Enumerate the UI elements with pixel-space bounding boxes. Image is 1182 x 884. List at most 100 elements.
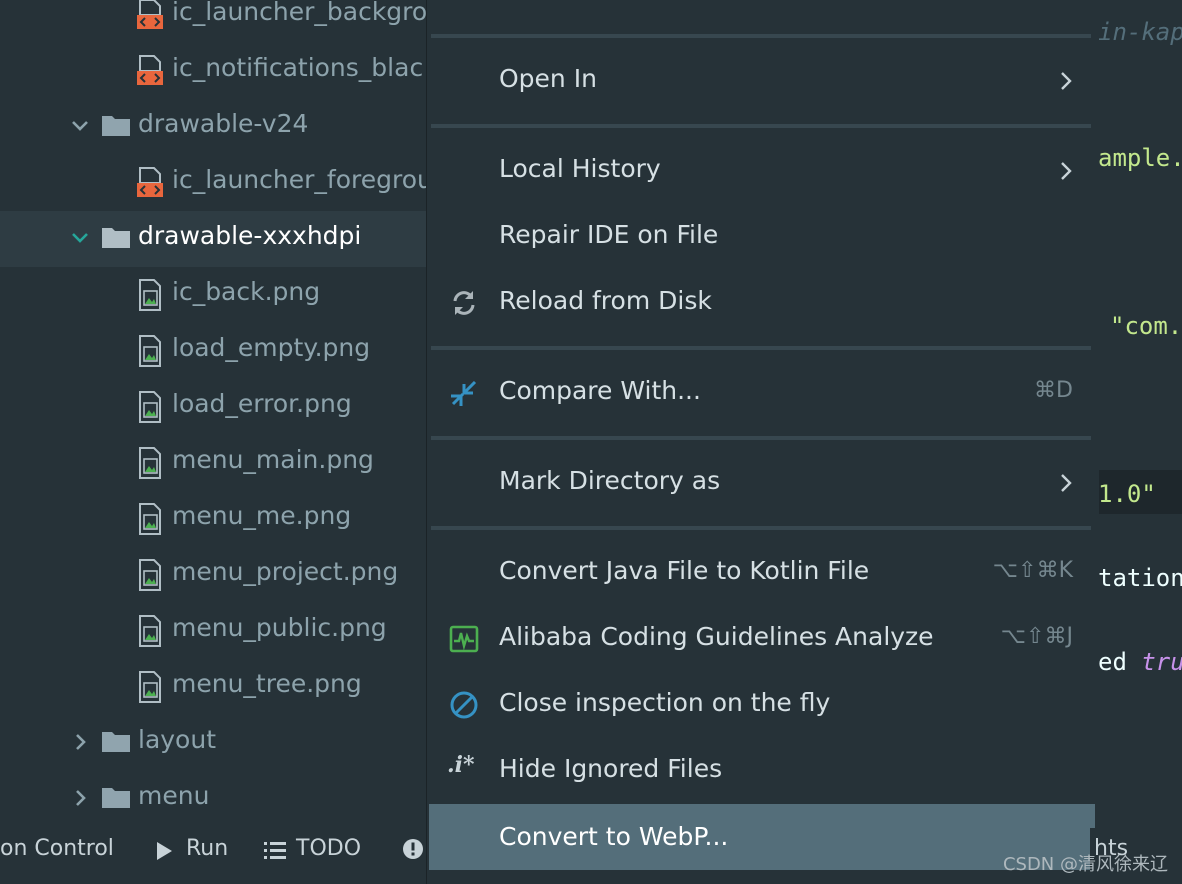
todo-tab[interactable]: TODO xyxy=(296,836,361,861)
bottom-tool-window-bar: on Control Run TODO xyxy=(0,828,426,884)
menu-item-repair-ide[interactable]: Repair IDE on File xyxy=(429,206,1095,268)
menu-item-reload-from-disk[interactable]: Reload from Disk xyxy=(429,272,1095,334)
menu-item-open-in[interactable]: Open In xyxy=(429,50,1095,112)
menu-item-label: Reload from Disk xyxy=(499,286,712,315)
reload-icon xyxy=(453,291,475,315)
tree-folder-row[interactable]: layout xyxy=(0,715,426,771)
code-token: ed xyxy=(1098,648,1127,676)
compare-icon xyxy=(451,380,477,406)
tree-file-row[interactable]: load_empty.png xyxy=(0,323,426,379)
tree-file-row[interactable]: ic_back.png xyxy=(0,267,426,323)
chevron-right-icon[interactable] xyxy=(68,783,92,813)
image-file-icon xyxy=(139,503,161,535)
code-line: "com.e xyxy=(1110,312,1182,340)
tree-file-row[interactable]: menu_project.png xyxy=(0,547,426,603)
run-icon xyxy=(157,842,172,860)
tree-file-row[interactable]: menu_main.png xyxy=(0,435,426,491)
menu-item-compare-with[interactable]: Compare With... ⌘D xyxy=(429,362,1095,424)
menu-item-label: Convert Java File to Kotlin File xyxy=(499,556,870,585)
code-line: ample.c xyxy=(1098,144,1182,172)
tree-item-label: ic_launcher_backgro xyxy=(172,0,426,26)
code-line: 1.0" xyxy=(1098,480,1156,508)
tree-file-row[interactable]: ic_launcher_backgro xyxy=(0,0,426,43)
menu-item-local-history[interactable]: Local History xyxy=(429,140,1095,202)
menu-separator xyxy=(431,34,1091,38)
menu-item-label: Alibaba Coding Guidelines Analyze xyxy=(499,622,934,651)
tree-item-label: drawable-xxxhdpi xyxy=(138,221,362,250)
image-file-icon xyxy=(139,447,161,479)
menu-separator xyxy=(431,346,1091,350)
tree-file-row[interactable]: ic_launcher_foregrou xyxy=(0,155,426,211)
run-tab[interactable]: Run xyxy=(186,836,228,861)
menu-item-label: Hide Ignored Files xyxy=(499,754,723,783)
version-control-tab[interactable]: on Control xyxy=(0,836,114,861)
list-icon xyxy=(264,842,286,859)
menu-item-label: Repair IDE on File xyxy=(499,220,719,249)
tree-item-label: ic_notifications_blac xyxy=(172,53,424,82)
problems-icon[interactable] xyxy=(402,838,424,860)
code-keyword: tru xyxy=(1141,648,1182,676)
prohibited-icon xyxy=(450,691,478,719)
tree-file-row[interactable]: menu_me.png xyxy=(0,491,426,547)
menu-item-label: Mark Directory as xyxy=(499,466,721,495)
menu-item-convert-to-webp[interactable]: Convert to WebP... xyxy=(429,804,1095,870)
image-file-icon xyxy=(139,671,161,703)
tree-item-label: layout xyxy=(138,725,217,754)
menu-item-convert-java-to-kotlin[interactable]: Convert Java File to Kotlin File ⌥⇧⌘K xyxy=(429,542,1095,604)
xml-file-icon xyxy=(137,167,163,197)
tree-file-row[interactable]: load_error.png xyxy=(0,379,426,435)
tree-folder-row[interactable]: drawable-v24 xyxy=(0,99,426,155)
tree-file-row[interactable]: menu_public.png xyxy=(0,603,426,659)
menu-item-mark-directory-as[interactable]: Mark Directory as xyxy=(429,452,1095,514)
image-file-icon xyxy=(139,335,161,367)
tree-item-label: menu xyxy=(138,781,210,810)
menu-separator xyxy=(431,526,1091,530)
chevron-right-icon xyxy=(1061,162,1072,180)
code-line: ed tru xyxy=(1098,648,1182,676)
menu-item-shortcut: ⌘D xyxy=(1034,378,1073,403)
tree-item-label: ic_back.png xyxy=(172,277,321,306)
tree-item-label: ic_launcher_foregrou xyxy=(172,165,426,194)
tree-item-label: menu_project.png xyxy=(172,557,399,586)
menu-item-shortcut: ⌥⇧⌘J xyxy=(1000,624,1073,649)
menu-item-alibaba-analyze[interactable]: Alibaba Coding Guidelines Analyze ⌥⇧⌘J xyxy=(429,608,1095,670)
tree-file-row[interactable]: ic_notifications_blac xyxy=(0,43,426,99)
menu-separator xyxy=(431,124,1091,128)
tree-item-label: load_empty.png xyxy=(172,333,371,362)
ignored-files-icon: .i* xyxy=(447,752,475,778)
xml-file-icon xyxy=(137,0,163,29)
code-line: tationR xyxy=(1098,564,1182,592)
chevron-down-icon[interactable] xyxy=(68,111,92,141)
tree-item-label: menu_main.png xyxy=(172,445,374,474)
chevron-right-icon xyxy=(1061,72,1072,90)
tree-folder-row[interactable]: drawable-xxxhdpi xyxy=(0,211,426,267)
code-line: in-kap xyxy=(1098,18,1182,46)
folder-icon xyxy=(102,116,130,136)
tree-folder-row[interactable]: menu xyxy=(0,771,426,827)
code-editor[interactable]: in-kap ample.c "com.e 1.0" tationR ed tr… xyxy=(1090,0,1182,828)
tree-item-label: menu_public.png xyxy=(172,613,387,642)
tree-item-label: drawable-v24 xyxy=(138,109,309,138)
chevron-down-icon[interactable] xyxy=(68,223,92,253)
chevron-right-icon[interactable] xyxy=(68,727,92,757)
folder-icon xyxy=(102,732,130,752)
tree-file-row[interactable]: menu_tree.png xyxy=(0,659,426,715)
image-file-icon xyxy=(139,279,161,311)
menu-item-label: Local History xyxy=(499,154,661,183)
menu-item-shortcut: ⌥⇧⌘K xyxy=(992,558,1073,583)
image-file-icon xyxy=(139,615,161,647)
menu-item-label: Close inspection on the fly xyxy=(499,688,831,717)
menu-item-close-inspection[interactable]: Close inspection on the fly xyxy=(429,674,1095,736)
folder-icon xyxy=(102,228,130,248)
chevron-right-icon xyxy=(1061,474,1072,492)
menu-item-hide-ignored-files[interactable]: .i* Hide Ignored Files xyxy=(429,740,1095,802)
menu-item-label: Open In xyxy=(499,64,597,93)
analyze-icon xyxy=(449,625,479,653)
image-file-icon xyxy=(139,391,161,423)
tree-item-label: menu_tree.png xyxy=(172,669,362,698)
menu-item-label: Convert to WebP... xyxy=(499,822,729,851)
project-tree: ic_launcher_backgro ic_notifications_blac… xyxy=(0,0,426,828)
tree-item-label: load_error.png xyxy=(172,389,352,418)
folder-icon xyxy=(102,788,130,808)
menu-item-label: Compare With... xyxy=(499,376,701,405)
